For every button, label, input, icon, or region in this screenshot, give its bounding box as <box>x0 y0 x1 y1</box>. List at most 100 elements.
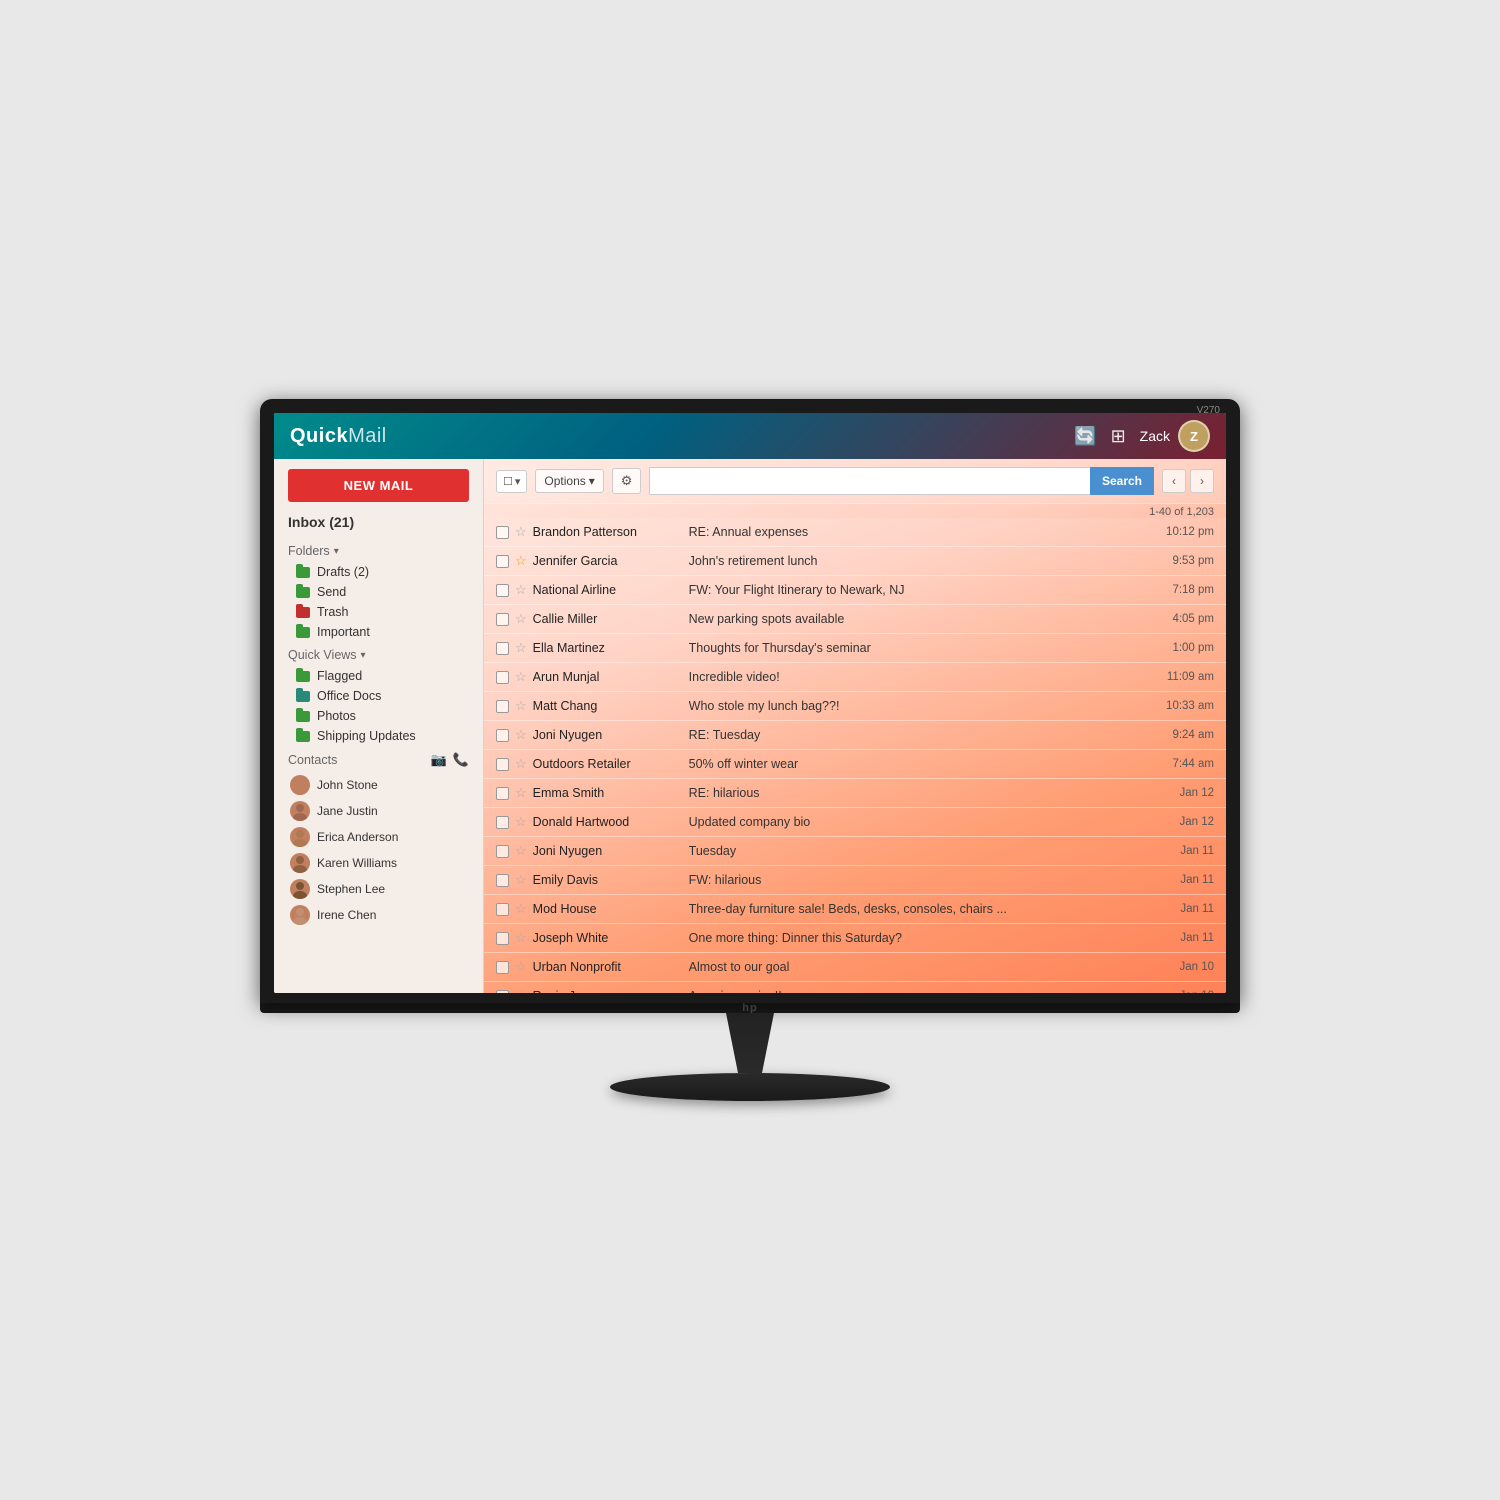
settings-button[interactable]: ⚙ <box>612 468 642 494</box>
search-button[interactable]: Search <box>1090 467 1154 495</box>
email-checkbox[interactable] <box>496 526 509 539</box>
email-checkbox[interactable] <box>496 758 509 771</box>
sidebar-item-trash[interactable]: Trash <box>274 602 483 622</box>
email-row[interactable]: ☆Reeja JamesAmazing recipe!!Jan 10 <box>484 982 1226 993</box>
prev-page-button[interactable]: ‹ <box>1162 469 1186 493</box>
email-time: Jan 11 <box>1154 845 1214 857</box>
contact-karen-williams[interactable]: Karen Williams <box>274 850 483 876</box>
email-row[interactable]: ☆Brandon PattersonRE: Annual expenses10:… <box>484 518 1226 547</box>
contact-erica-anderson[interactable]: Erica Anderson <box>274 824 483 850</box>
email-star-icon[interactable]: ☆ <box>515 727 527 743</box>
email-star-icon[interactable]: ☆ <box>515 785 527 801</box>
email-sender: Reeja James <box>533 989 683 993</box>
email-time: 7:44 am <box>1154 758 1214 770</box>
sidebar-item-office-docs[interactable]: Office Docs <box>274 686 483 706</box>
sidebar-item-drafts[interactable]: Drafts (2) <box>274 562 483 582</box>
email-star-icon[interactable]: ☆ <box>515 669 527 685</box>
sidebar-item-photos[interactable]: Photos <box>274 706 483 726</box>
email-time: 7:18 pm <box>1154 584 1214 596</box>
email-subject: 50% off winter wear <box>689 757 1148 771</box>
email-checkbox[interactable] <box>496 584 509 597</box>
email-star-icon[interactable]: ☆ <box>515 756 527 772</box>
email-star-icon[interactable]: ☆ <box>515 814 527 830</box>
email-star-icon[interactable]: ☆ <box>515 611 527 627</box>
email-row[interactable]: ☆Joni NyugenRE: Tuesday9:24 am <box>484 721 1226 750</box>
avatar[interactable]: Z <box>1178 420 1210 452</box>
contact-irene-chen[interactable]: Irene Chen <box>274 902 483 928</box>
email-star-icon[interactable]: ☆ <box>515 959 527 975</box>
email-star-icon[interactable]: ☆ <box>515 843 527 859</box>
email-row[interactable]: ☆National AirlineFW: Your Flight Itinera… <box>484 576 1226 605</box>
email-row[interactable]: ☆Outdoors Retailer50% off winter wear7:4… <box>484 750 1226 779</box>
email-checkbox[interactable] <box>496 613 509 626</box>
search-input[interactable] <box>649 467 1090 495</box>
sidebar-item-important[interactable]: Important <box>274 622 483 642</box>
email-star-icon[interactable]: ☆ <box>515 524 527 540</box>
email-row[interactable]: ☆Emma SmithRE: hilariousJan 12 <box>484 779 1226 808</box>
email-star-icon[interactable]: ☆ <box>515 930 527 946</box>
logo-mail: Mail <box>348 425 387 447</box>
email-row[interactable]: ☆Donald HartwoodUpdated company bioJan 1… <box>484 808 1226 837</box>
user-name: Zack <box>1140 428 1170 444</box>
email-star-icon[interactable]: ☆ <box>515 698 527 714</box>
email-checkbox[interactable] <box>496 961 509 974</box>
email-row[interactable]: ☆Jennifer GarciaJohn's retirement lunch9… <box>484 547 1226 576</box>
email-row[interactable]: ☆Arun MunjalIncredible video!11:09 am <box>484 663 1226 692</box>
options-button[interactable]: Options ▾ <box>535 469 603 493</box>
email-row[interactable]: ☆Ella MartinezThoughts for Thursday's se… <box>484 634 1226 663</box>
contact-icons: 📷 📞 <box>431 752 469 768</box>
email-row[interactable]: ☆Joseph WhiteOne more thing: Dinner this… <box>484 924 1226 953</box>
next-page-button[interactable]: › <box>1190 469 1214 493</box>
email-star-icon[interactable]: ☆ <box>515 553 527 569</box>
folder-icon <box>296 627 310 638</box>
email-checkbox[interactable] <box>496 932 509 945</box>
folder-icon <box>296 567 310 578</box>
new-mail-button[interactable]: NEW MAIL <box>288 469 469 502</box>
refresh-icon[interactable]: 🔄 <box>1074 426 1096 447</box>
folder-icon <box>296 711 310 722</box>
email-checkbox[interactable] <box>496 700 509 713</box>
email-sender: National Airline <box>533 583 683 597</box>
email-sender: Mod House <box>533 902 683 916</box>
email-star-icon[interactable]: ☆ <box>515 640 527 656</box>
contact-john-stone[interactable]: John Stone <box>274 772 483 798</box>
select-checkbox-button[interactable]: ☐ ▾ <box>496 470 527 493</box>
gear-icon: ⚙ <box>621 473 633 488</box>
email-row[interactable]: ☆Joni NyugenTuesdayJan 11 <box>484 837 1226 866</box>
contact-stephen-lee[interactable]: Stephen Lee <box>274 876 483 902</box>
email-star-icon[interactable]: ☆ <box>515 872 527 888</box>
sidebar-item-shipping-updates[interactable]: Shipping Updates <box>274 726 483 746</box>
screen: QuickMail 🔄 ⊞ Zack Z NEW MAIL Inbox <box>274 413 1226 993</box>
video-icon[interactable]: 📷 <box>431 752 447 768</box>
sidebar-item-send[interactable]: Send <box>274 582 483 602</box>
email-checkbox[interactable] <box>496 903 509 916</box>
email-subject: Thoughts for Thursday's seminar <box>689 641 1148 655</box>
email-checkbox[interactable] <box>496 729 509 742</box>
email-checkbox[interactable] <box>496 990 509 994</box>
email-row[interactable]: ☆Callie MillerNew parking spots availabl… <box>484 605 1226 634</box>
email-checkbox[interactable] <box>496 874 509 887</box>
email-count: 1-40 of 1,203 <box>484 504 1226 518</box>
email-time: 11:09 am <box>1154 671 1214 683</box>
monitor-bottom-bezel: hp <box>260 1003 1240 1013</box>
email-star-icon[interactable]: ☆ <box>515 582 527 598</box>
email-checkbox[interactable] <box>496 671 509 684</box>
phone-icon[interactable]: 📞 <box>453 752 469 768</box>
contacts-title: Contacts <box>288 753 337 767</box>
sidebar-item-flagged[interactable]: Flagged <box>274 666 483 686</box>
email-checkbox[interactable] <box>496 642 509 655</box>
email-checkbox[interactable] <box>496 816 509 829</box>
email-checkbox[interactable] <box>496 787 509 800</box>
email-checkbox[interactable] <box>496 845 509 858</box>
email-star-icon[interactable]: ☆ <box>515 901 527 917</box>
email-star-icon[interactable]: ☆ <box>515 988 527 993</box>
email-row[interactable]: ☆Matt ChangWho stole my lunch bag??!10:3… <box>484 692 1226 721</box>
email-row[interactable]: ☆Urban NonprofitAlmost to our goalJan 10 <box>484 953 1226 982</box>
email-checkbox[interactable] <box>496 555 509 568</box>
email-row[interactable]: ☆Mod HouseThree-day furniture sale! Beds… <box>484 895 1226 924</box>
email-row[interactable]: ☆Emily DavisFW: hilariousJan 11 <box>484 866 1226 895</box>
contact-jane-justin[interactable]: Jane Justin <box>274 798 483 824</box>
grid-icon[interactable]: ⊞ <box>1111 426 1126 447</box>
email-time: Jan 11 <box>1154 932 1214 944</box>
search-area: Search <box>649 467 1154 495</box>
